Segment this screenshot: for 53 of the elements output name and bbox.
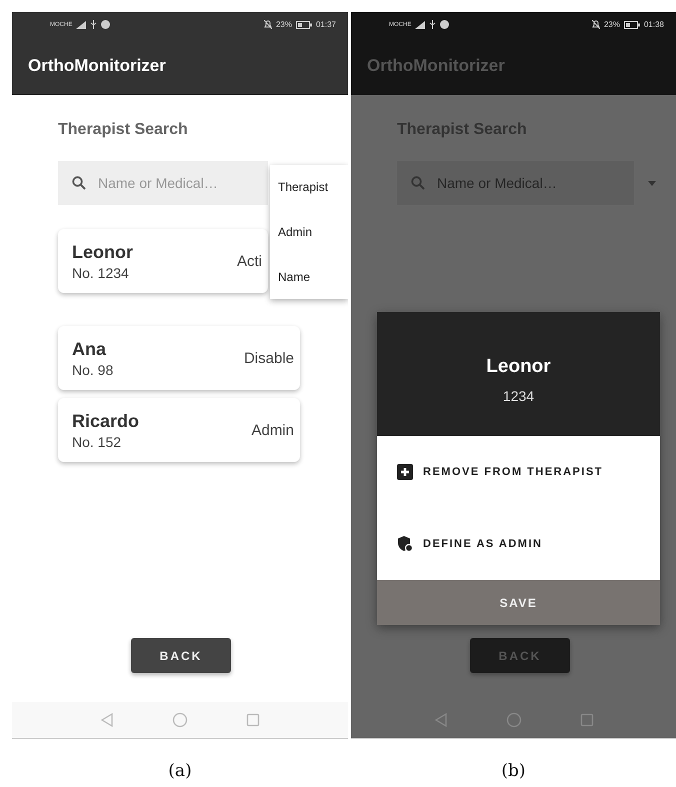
app-title: OrthoMonitorizer	[367, 56, 505, 76]
dialog-user-name: Leonor	[486, 356, 551, 378]
user-status: Admin	[251, 422, 294, 438]
signal-icon	[76, 20, 86, 28]
bell-off-icon	[264, 20, 272, 29]
user-status: Acti	[236, 252, 262, 270]
user-card[interactable]: Ana No. 98 Disable	[58, 326, 300, 390]
search-input[interactable]: Name or Medical…	[435, 174, 595, 192]
shield-gear-icon	[397, 536, 413, 552]
figure-caption: (a)	[168, 761, 192, 781]
search-field[interactable]: Name or Medical…	[397, 161, 634, 205]
back-icon[interactable]	[434, 712, 448, 728]
user-status: Disable	[244, 350, 294, 366]
search-field[interactable]: Name or Medical…	[58, 161, 268, 205]
usb-icon	[90, 20, 98, 29]
dialog-action[interactable]: REMOVE FROM THERAPIST	[397, 464, 660, 480]
signal-icon	[415, 20, 426, 28]
recents-icon[interactable]	[246, 713, 260, 727]
menu-item[interactable]: Therapist	[278, 180, 348, 194]
user-card[interactable]: Leonor No. 1234 Acti	[58, 229, 268, 293]
user-number: No. 152	[72, 434, 122, 450]
battery-percent: 23%	[276, 20, 292, 29]
back-icon[interactable]	[100, 712, 114, 728]
battery-percent: 23%	[604, 20, 620, 29]
search-icon	[411, 176, 425, 190]
bell-off-icon	[592, 20, 600, 29]
user-card[interactable]: Ricardo No. 152 Admin	[58, 398, 300, 462]
clock-time: 01:37	[316, 20, 336, 29]
save-button[interactable]: SAVE	[377, 580, 660, 625]
dropdown-caret-icon[interactable]	[648, 180, 656, 186]
figure-caption: (b)	[501, 761, 526, 781]
home-icon[interactable]	[172, 712, 188, 728]
battery-icon	[296, 20, 312, 28]
menu-item[interactable]: Admin	[278, 224, 348, 239]
plus-square-icon	[397, 464, 413, 480]
search-icon	[72, 176, 86, 190]
dialog-action[interactable]: DEFINE AS ADMIN	[397, 536, 660, 552]
home-icon[interactable]	[506, 712, 522, 728]
clock-time: 01:38	[644, 20, 664, 29]
dialog-user-number: 1234	[502, 388, 534, 404]
usb-icon	[429, 20, 436, 29]
user-name: Ana	[72, 338, 108, 360]
back-button[interactable]: BACK	[131, 638, 231, 673]
search-input[interactable]: Name or Medical…	[96, 174, 256, 192]
user-name: Leonor	[72, 242, 133, 262]
user-number: No. 98	[72, 362, 114, 378]
user-name: Ricardo	[72, 410, 140, 432]
app-title: OrthoMonitorizer	[28, 56, 166, 76]
menu-item[interactable]: Name	[278, 270, 348, 284]
recents-icon[interactable]	[580, 713, 594, 727]
page-heading: Therapist Search	[58, 121, 189, 139]
battery-icon	[624, 20, 640, 28]
user-number: No. 1234	[72, 264, 130, 280]
